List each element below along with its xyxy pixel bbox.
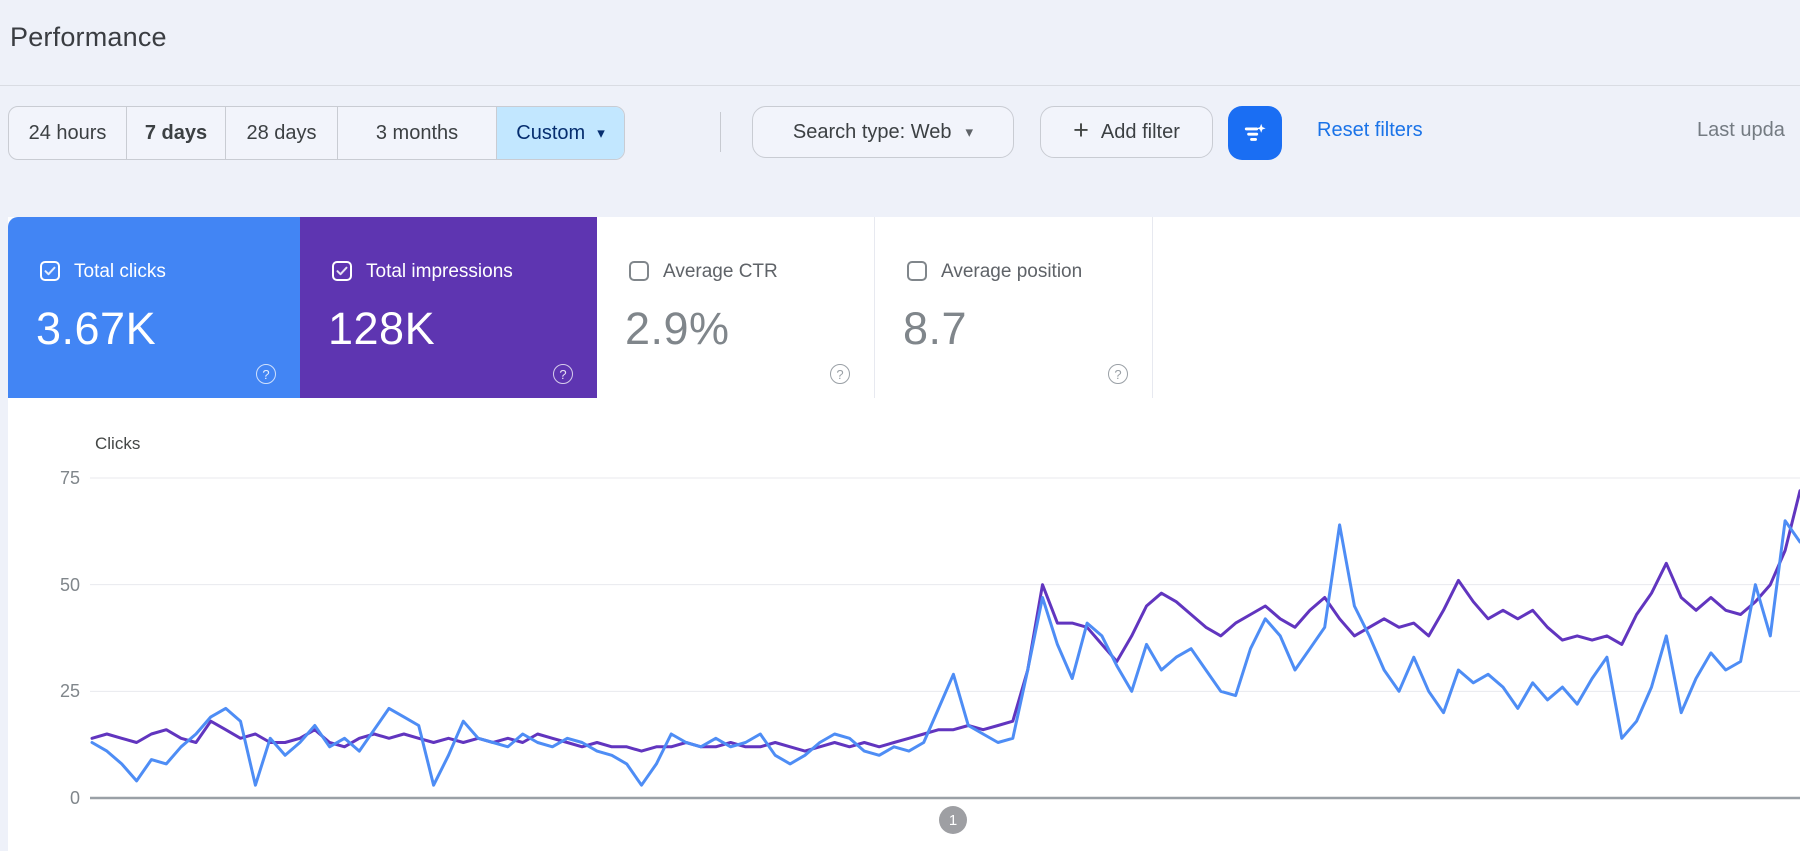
help-icon[interactable]: ? xyxy=(256,364,276,384)
date-range-label: 28 days xyxy=(246,121,317,144)
date-range-custom[interactable]: Custom ▾ xyxy=(497,107,624,159)
page-title: Performance xyxy=(10,22,167,52)
pagination-page-1[interactable]: 1 xyxy=(939,806,967,834)
checkbox-checked-icon xyxy=(330,259,354,283)
card-label: Total impressions xyxy=(366,261,513,282)
help-icon[interactable]: ? xyxy=(553,364,573,384)
card-value: 2.9% xyxy=(625,303,730,354)
date-range-7-days[interactable]: 7 days xyxy=(127,107,226,159)
date-range-label: 7 days xyxy=(144,121,208,144)
card-label: Average position xyxy=(941,261,1083,282)
help-icon[interactable]: ? xyxy=(830,364,850,384)
clicks-chart-panel: Clicks 0 25 50 75 1 xyxy=(8,398,1800,851)
filters-toolbar: 24 hours 7 days 28 days 3 months Custom … xyxy=(0,106,1800,160)
card-value: 3.67K xyxy=(36,303,157,354)
reset-filters-link[interactable]: Reset filters xyxy=(1317,119,1423,142)
date-range-24-hours[interactable]: 24 hours xyxy=(9,107,127,159)
help-icon[interactable]: ? xyxy=(1108,364,1128,384)
date-range-3-months[interactable]: 3 months xyxy=(338,107,497,159)
chevron-down-icon: ▾ xyxy=(965,123,974,141)
series-total-impressions xyxy=(90,489,1800,753)
date-range-label: 3 months xyxy=(375,121,459,144)
card-average-ctr[interactable]: Average CTR 2.9% ? xyxy=(597,217,875,398)
card-total-clicks[interactable]: Total clicks 3.67K ? xyxy=(8,217,300,398)
search-type-label: Search type: Web xyxy=(792,120,952,143)
chevron-down-icon: ▾ xyxy=(597,124,605,142)
toolbar-divider xyxy=(720,112,721,152)
plus-icon: + xyxy=(1073,115,1089,145)
filter-sparkle-button[interactable] xyxy=(1228,106,1282,160)
card-value: 8.7 xyxy=(903,303,968,354)
last-updated-text: Last upda xyxy=(1697,119,1785,141)
checkbox-unchecked-icon xyxy=(905,259,929,283)
card-label: Total clicks xyxy=(74,261,166,282)
card-average-position[interactable]: Average position 8.7 ? xyxy=(875,217,1153,398)
header-divider xyxy=(0,85,1800,86)
checkbox-checked-icon xyxy=(38,259,62,283)
search-type-dropdown[interactable]: Search type: Web ▾ xyxy=(752,106,1014,158)
date-range-28-days[interactable]: 28 days xyxy=(226,107,338,159)
add-filter-label: Add filter xyxy=(1100,120,1180,143)
add-filter-button[interactable]: + Add filter xyxy=(1040,106,1213,158)
performance-line-chart xyxy=(90,477,1800,800)
card-label: Average CTR xyxy=(663,261,778,282)
date-range-segmented-control: 24 hours 7 days 28 days 3 months Custom … xyxy=(8,106,625,160)
metric-cards-panel: Total clicks 3.67K ? Total impressions 1… xyxy=(8,217,1800,399)
performance-page: { "header": { "title": "Performance" }, … xyxy=(0,0,1800,851)
date-range-label: 24 hours xyxy=(28,121,107,144)
filter-sparkle-icon xyxy=(1241,119,1269,147)
card-total-impressions[interactable]: Total impressions 128K ? xyxy=(300,217,597,398)
card-value: 128K xyxy=(328,303,436,354)
date-range-label: Custom xyxy=(516,121,586,144)
checkbox-unchecked-icon xyxy=(627,259,651,283)
